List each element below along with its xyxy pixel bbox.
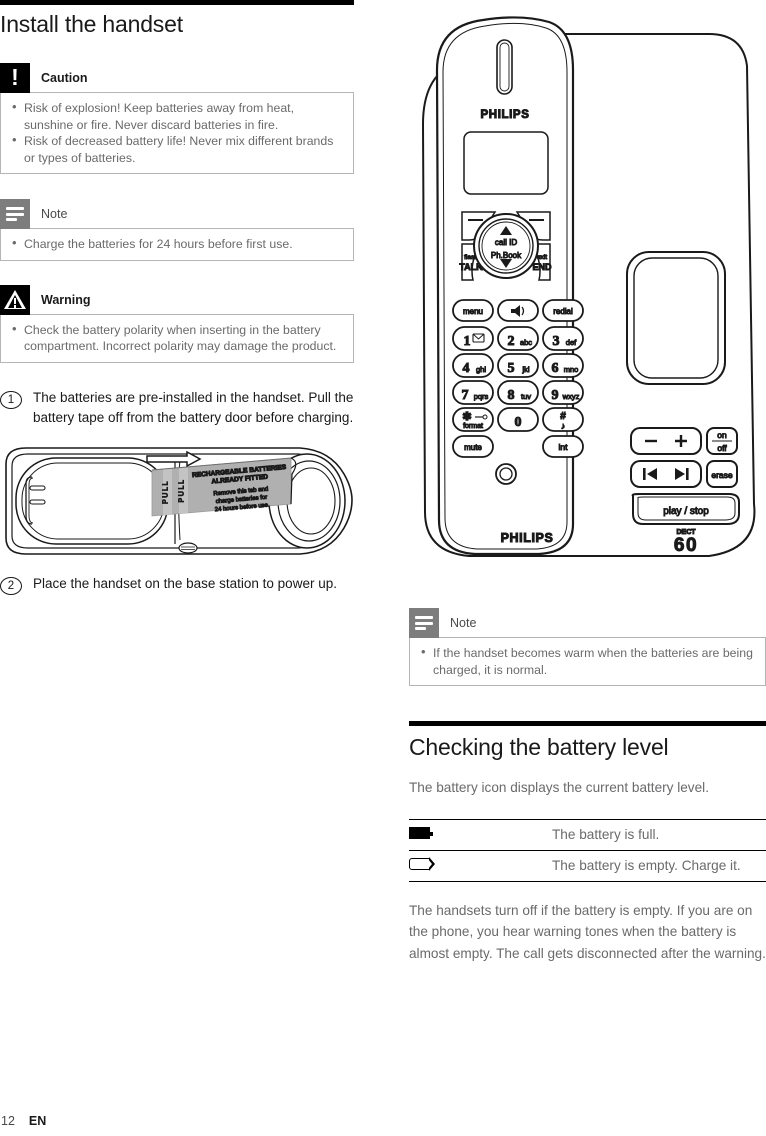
brand-bottom-label: PHILIPS	[501, 531, 554, 545]
svg-text:erase: erase	[711, 470, 733, 480]
step-number: 2	[0, 576, 22, 595]
list-item: Check the battery polarity when insertin…	[9, 321, 345, 355]
manual-page: Install the handset ! Caution Risk of ex…	[0, 0, 766, 1136]
caution-icon: !	[0, 63, 30, 94]
step-text: The batteries are pre-installed in the h…	[33, 389, 354, 425]
section-outro: The handsets turn off if the battery is …	[409, 902, 766, 961]
warning-triangle-glyph	[4, 290, 26, 310]
list-item: Risk of decreased battery life! Never mi…	[9, 132, 345, 166]
section-rule	[409, 721, 766, 726]
step-1: 1 The batteries are pre-installed in the…	[0, 388, 354, 428]
section-intro: The battery icon displays the current ba…	[409, 780, 709, 796]
svg-text:jkl: jkl	[521, 365, 529, 374]
svg-text:END: END	[532, 262, 552, 272]
note-label: Note	[41, 207, 68, 222]
note-bars-glyph	[6, 207, 24, 222]
svg-text:PULL: PULL	[163, 480, 170, 504]
svg-text:ghi: ghi	[476, 365, 486, 374]
svg-text:7: 7	[462, 388, 469, 403]
right-column: PHILIPS flash TALK exit END call ID Ph.B…	[409, 0, 766, 964]
svg-text:format: format	[463, 423, 483, 430]
svg-text:play / stop: play / stop	[663, 506, 709, 517]
note-notice: Note Charge the batteries for 24 hours b…	[0, 199, 354, 261]
caution-notice: ! Caution Risk of explosion! Keep batter…	[0, 63, 354, 175]
table-row: The battery is empty. Charge it.	[409, 849, 766, 882]
page-footer: 12 EN	[0, 1114, 360, 1128]
note-label: Note	[450, 616, 477, 630]
battery-full-description: The battery is full.	[552, 818, 766, 851]
svg-text:5: 5	[508, 361, 515, 376]
svg-text:int: int	[559, 442, 569, 452]
svg-text:mno: mno	[564, 365, 579, 374]
list-item: If the handset becomes warm when the bat…	[418, 644, 757, 678]
note-notice-right: Note If the handset becomes warm when th…	[409, 608, 766, 686]
battery-level-section: Checking the battery level The battery i…	[409, 721, 766, 964]
handset-battery-door-illustration: PULL PULL RECHARGEABLE BATTERIES ALREADY…	[0, 444, 354, 556]
brand-top-label: PHILIPS	[481, 109, 530, 121]
warning-icon	[0, 284, 30, 315]
left-column: Install the handset ! Caution Risk of ex…	[0, 0, 354, 595]
svg-text:♪: ♪	[561, 421, 566, 431]
note-icon	[409, 608, 439, 638]
exclamation-glyph: !	[11, 64, 19, 91]
svg-text:Ph.Book: Ph.Book	[491, 251, 522, 260]
philips-dect-phone-illustration: PHILIPS flash TALK exit END call ID Ph.B…	[409, 4, 766, 582]
svg-text:0: 0	[515, 415, 522, 430]
battery-empty-icon-cell	[409, 849, 552, 882]
svg-text:✱: ✱	[462, 411, 471, 423]
svg-text:off: off	[717, 443, 727, 453]
note-body: Charge the batteries for 24 hours before…	[0, 228, 354, 261]
page-title: Install the handset	[0, 11, 183, 37]
note-body: If the handset becomes warm when the bat…	[409, 637, 766, 686]
svg-text:call ID: call ID	[495, 238, 517, 247]
svg-text:60: 60	[674, 535, 698, 556]
list-item: Risk of explosion! Keep batteries away f…	[9, 99, 345, 133]
battery-empty-description: The battery is empty. Charge it.	[552, 849, 766, 882]
svg-text:3: 3	[553, 334, 560, 349]
svg-text:abc: abc	[520, 338, 532, 347]
svg-text:def: def	[566, 338, 577, 347]
caution-header: ! Caution	[0, 63, 354, 94]
svg-text:pqrs: pqrs	[474, 392, 489, 401]
step-2: 2 Place the handset on the base station …	[0, 574, 354, 595]
step-text: Place the handset on the base station to…	[33, 575, 337, 591]
section-title: Checking the battery level	[409, 734, 669, 760]
caution-body: Risk of explosion! Keep batteries away f…	[0, 92, 354, 175]
note-icon	[0, 199, 30, 230]
battery-full-icon-cell	[409, 818, 552, 851]
svg-text:4: 4	[463, 361, 470, 376]
svg-text:menu: menu	[463, 307, 483, 316]
caution-label: Caution	[41, 71, 88, 86]
battery-empty-icon	[409, 857, 435, 872]
svg-text:PULL: PULL	[179, 478, 186, 502]
battery-full-icon	[409, 826, 433, 839]
note-header: Note	[409, 608, 766, 638]
page-number: 12	[1, 1114, 15, 1128]
svg-text:6: 6	[552, 361, 559, 376]
battery-level-table: The battery is full. The battery is empt…	[409, 818, 766, 882]
svg-text:tuv: tuv	[521, 392, 531, 401]
warning-body: Check the battery polarity when insertin…	[0, 313, 354, 363]
svg-text:2: 2	[508, 334, 515, 349]
svg-text:mute: mute	[464, 443, 482, 452]
warning-notice: Warning Check the battery polarity when …	[0, 284, 354, 363]
svg-text:8: 8	[508, 388, 515, 403]
list-item: Charge the batteries for 24 hours before…	[9, 235, 345, 253]
warning-label: Warning	[41, 292, 91, 307]
step-number: 1	[0, 390, 22, 409]
svg-text:on: on	[717, 430, 727, 440]
svg-text:wxyz: wxyz	[562, 392, 580, 401]
warning-header: Warning	[0, 284, 354, 315]
note-header: Note	[0, 199, 354, 230]
svg-text:1: 1	[464, 334, 471, 349]
svg-text:9: 9	[552, 388, 559, 403]
page-language: EN	[28, 1114, 47, 1128]
title-rule	[0, 0, 354, 5]
svg-text:exit: exit	[537, 254, 547, 261]
note-bars-glyph	[415, 616, 433, 630]
table-row: The battery is full.	[409, 818, 766, 851]
svg-text:redial: redial	[553, 307, 573, 316]
